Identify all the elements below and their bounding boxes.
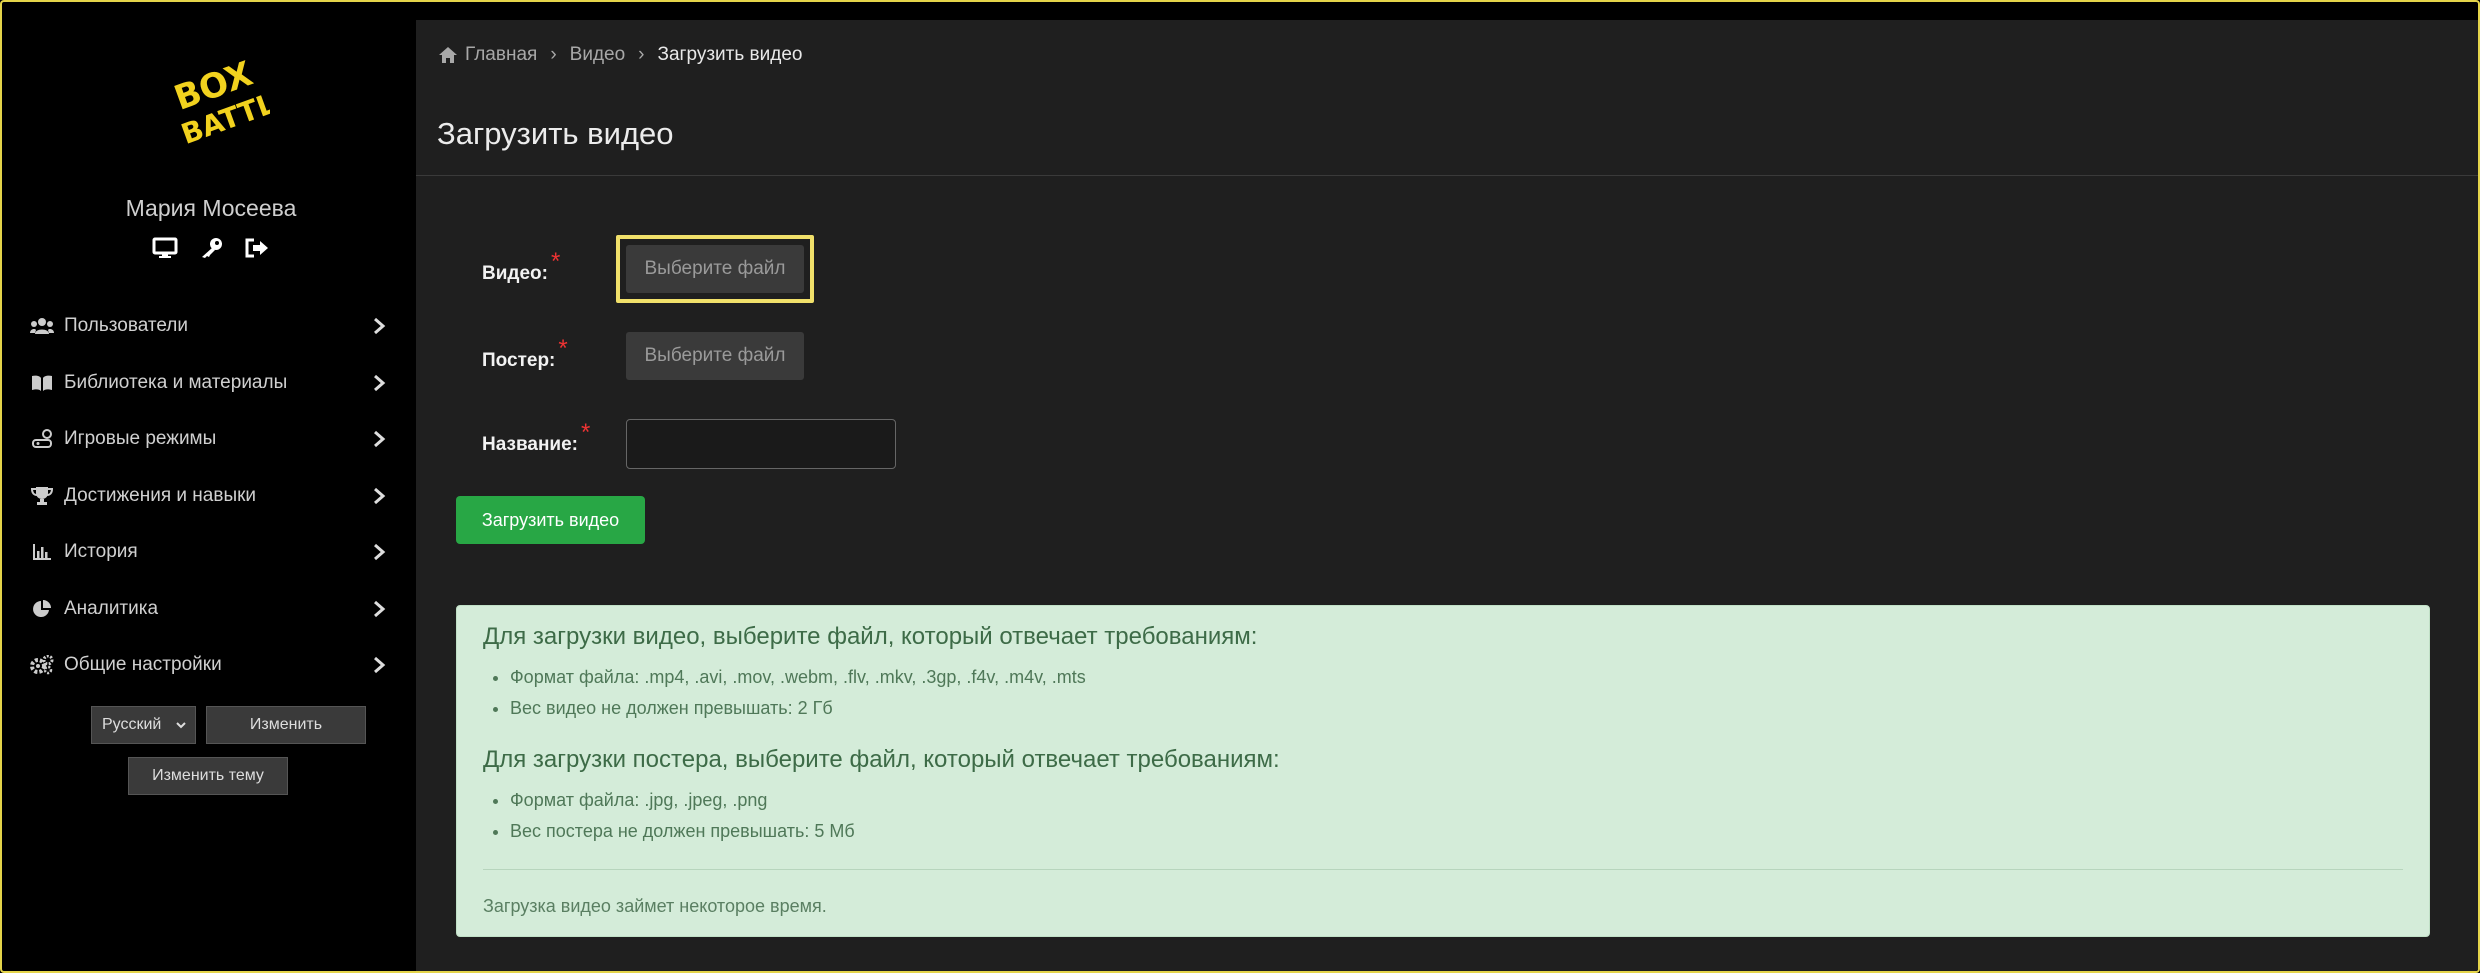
chevron-right-icon [372,542,386,562]
name-label-text: Название: [482,434,579,455]
main-content: Главная › Видео › Загрузить видео Загруз… [416,20,2478,971]
required-mark: * [550,248,561,275]
sidebar-item-label: Библиотека и материалы [64,371,288,393]
video-file-button[interactable]: Выберите файл [626,245,804,293]
list-item: Формат файла: .jpg, .jpeg, .png [510,785,855,816]
sidebar: BOX BATTLE Мария Мосеева Пользователи Би… [6,20,416,971]
sidebar-item-label: История [64,541,138,563]
monitor-icon[interactable] [152,237,178,259]
poster-field-label: Постер: * [482,335,568,373]
poster-requirements-list: Формат файла: .jpg, .jpeg, .png Вес пост… [483,785,855,847]
video-field-label: Видео: * [482,248,560,286]
list-item: Вес видео не должен превышать: 2 Гб [510,693,1086,724]
sidebar-item-analytics[interactable]: Аналитика [6,581,416,638]
chevron-down-icon [175,717,187,733]
video-label-text: Видео: [482,263,548,284]
sidebar-item-label: Общие настройки [64,654,222,676]
poster-requirements-heading: Для загрузки постера, выберите файл, кот… [483,746,1280,773]
sidebar-item-label: Аналитика [64,597,159,619]
page-title: Загрузить видео [437,116,674,151]
info-divider [483,869,2403,870]
breadcrumb-home-link[interactable]: Главная [465,44,537,66]
poster-label-text: Постер: [482,350,556,371]
sidebar-item-label: Пользователи [64,315,189,337]
required-mark: * [558,335,568,362]
change-theme-button[interactable]: Изменить тему [128,757,288,795]
user-actions [6,237,416,259]
chevron-right-icon [372,486,386,506]
chevron-right-icon [372,316,386,336]
key-icon[interactable] [198,237,224,259]
sidebar-item-users[interactable]: Пользователи [6,298,416,355]
video-requirements-heading: Для загрузки видео, выберите файл, котор… [483,623,1258,650]
home-icon [438,46,458,64]
breadcrumb: Главная › Видео › Загрузить видео [438,44,802,66]
user-name: Мария Мосеева [125,195,297,221]
language-controls: Русский Изменить [91,706,366,744]
sidebar-item-label: Достижения и навыки [64,484,257,506]
requirements-info-box: Для загрузки видео, выберите файл, котор… [456,605,2430,937]
box-battle-logo[interactable]: BOX BATTLE [160,50,298,160]
gears-icon [30,655,54,675]
poster-file-button[interactable]: Выберите файл [626,332,804,380]
sign-out-icon[interactable] [244,237,270,259]
breadcrumb-current: Загрузить видео [657,44,803,65]
upload-video-button[interactable]: Загрузить видео [456,496,645,544]
chart-icon [30,542,54,562]
game-icon [30,429,54,449]
app-window: BOX BATTLE Мария Мосеева Пользователи Би… [0,0,2480,973]
sidebar-item-label: Игровые режимы [64,428,217,450]
breadcrumb-separator: › [638,44,645,65]
list-item: Формат файла: .mp4, .avi, .mov, .webm, .… [510,662,1086,693]
pie-icon [30,599,54,619]
trophy-icon [30,486,54,506]
users-icon [30,316,54,336]
book-icon [30,373,54,393]
change-language-button[interactable]: Изменить [206,706,366,744]
sidebar-item-settings[interactable]: Общие настройки [6,637,416,694]
sidebar-item-library[interactable]: Библиотека и материалы [6,355,416,412]
name-field-label: Название: * [482,419,590,457]
name-input[interactable] [626,419,896,469]
chevron-right-icon [372,655,386,675]
sidebar-item-history[interactable]: История [6,524,416,581]
language-value: Русский [102,716,162,733]
chevron-right-icon [372,429,386,449]
chevron-right-icon [372,373,386,393]
video-requirements-list: Формат файла: .mp4, .avi, .mov, .webm, .… [483,662,1086,724]
sidebar-item-game-modes[interactable]: Игровые режимы [6,411,416,468]
list-item: Вес постера не должен превышать: 5 Мб [510,816,855,847]
required-mark: * [581,419,591,446]
upload-time-note: Загрузка видео займет некоторое время. [483,896,827,916]
title-divider [416,175,2478,176]
chevron-right-icon [372,599,386,619]
breadcrumb-separator: › [550,44,557,65]
sidebar-menu: Пользователи Библиотека и материалы Игро… [6,298,416,694]
sidebar-item-achievements[interactable]: Достижения и навыки [6,468,416,525]
breadcrumb-video-link[interactable]: Видео [570,44,626,66]
language-select[interactable]: Русский [91,706,196,744]
